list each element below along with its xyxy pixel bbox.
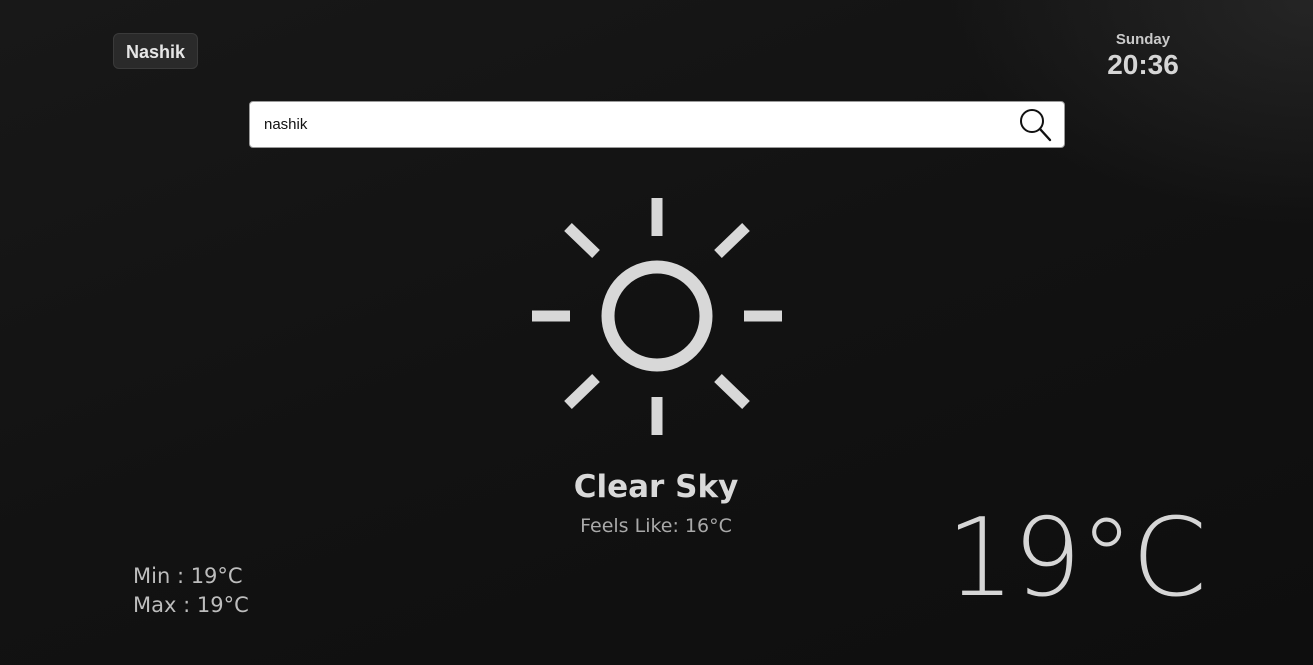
- search-icon: [1020, 109, 1052, 142]
- search-button[interactable]: [1016, 107, 1056, 143]
- search-bar: [249, 101, 1065, 148]
- day-label: Sunday: [1115, 31, 1171, 48]
- weather-condition: Clear Sky: [573, 469, 739, 505]
- max-temp: Max : 19°C: [133, 593, 249, 617]
- clock: Sunday 20:36: [1083, 30, 1203, 80]
- search-input[interactable]: [250, 102, 1000, 147]
- feels-like: Feels Like: 16°C: [580, 515, 732, 537]
- time-label: 20:36: [1107, 49, 1179, 80]
- city-badge: Nashik: [113, 33, 199, 69]
- current-temperature: 19°C: [946, 496, 1207, 621]
- min-temp: Min : 19°C: [133, 564, 243, 588]
- sun-icon: [532, 198, 782, 435]
- min-max-temps: Min : 19°C Max : 19°C: [133, 562, 249, 620]
